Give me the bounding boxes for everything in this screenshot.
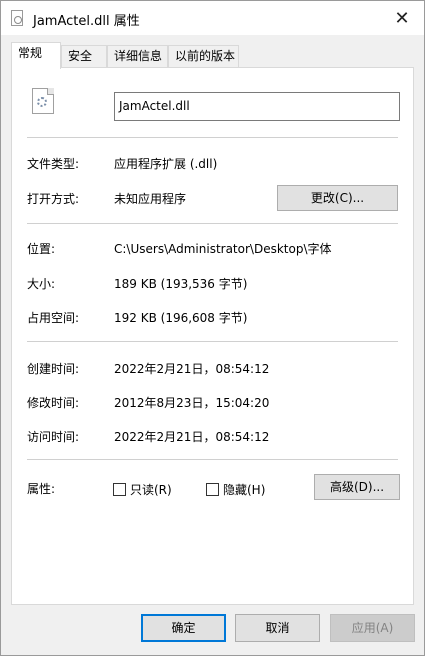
tab-details[interactable]: 详细信息 xyxy=(107,45,168,68)
tab-general[interactable]: 常规 xyxy=(11,42,61,69)
hidden-checkbox-label: 隐藏(H) xyxy=(223,483,266,497)
properties-dialog: JamActel.dll 属性 ✕ 常规 安全 详细信息 以前的版本 JamAc… xyxy=(0,0,425,656)
separator xyxy=(27,459,398,460)
file-name-input[interactable]: JamActel.dll xyxy=(114,92,400,121)
size-on-disk-value: 192 KB (196,608 字节) xyxy=(114,311,248,325)
readonly-checkbox[interactable]: 只读(R) xyxy=(113,481,172,498)
hidden-checkbox[interactable]: 隐藏(H) xyxy=(206,481,265,498)
window-title: JamActel.dll 属性 xyxy=(33,14,140,29)
accessed-label: 访问时间: xyxy=(27,430,80,444)
dll-file-icon xyxy=(32,88,54,114)
readonly-checkbox-label: 只读(R) xyxy=(130,483,172,497)
readonly-checkbox-box[interactable] xyxy=(113,483,126,496)
size-on-disk-label: 占用空间: xyxy=(27,311,80,325)
general-panel: JamActel.dll 文件类型: 应用程序扩展 (.dll) 打开方式: 未… xyxy=(11,67,414,605)
apply-button[interactable]: 应用(A) xyxy=(330,614,415,642)
page-fold-icon xyxy=(47,88,54,95)
attributes-label: 属性: xyxy=(27,482,56,496)
dll-file-icon xyxy=(11,10,23,26)
separator xyxy=(27,341,398,342)
tab-previous-versions[interactable]: 以前的版本 xyxy=(168,45,239,68)
close-button[interactable]: ✕ xyxy=(380,1,424,35)
location-label: 位置: xyxy=(27,242,56,256)
size-label: 大小: xyxy=(27,277,56,291)
modified-value: 2012年8月23日，15:04:20 xyxy=(114,396,270,410)
location-value: C:\Users\Administrator\Desktop\字体 xyxy=(114,242,332,256)
tab-security[interactable]: 安全 xyxy=(61,45,107,68)
file-type-value: 应用程序扩展 (.dll) xyxy=(114,157,218,171)
ok-button[interactable]: 确定 xyxy=(141,614,226,642)
size-value: 189 KB (193,536 字节) xyxy=(114,277,248,291)
file-type-label: 文件类型: xyxy=(27,157,80,171)
opens-with-label: 打开方式: xyxy=(27,192,80,206)
created-label: 创建时间: xyxy=(27,362,80,376)
separator xyxy=(27,137,398,138)
opens-with-value: 未知应用程序 xyxy=(114,192,187,206)
advanced-button[interactable]: 高级(D)... xyxy=(314,474,400,500)
modified-label: 修改时间: xyxy=(27,396,80,410)
separator xyxy=(27,223,398,224)
change-button[interactable]: 更改(C)... xyxy=(277,185,398,211)
gear-icon xyxy=(37,97,47,107)
created-value: 2022年2月21日，08:54:12 xyxy=(114,362,270,376)
hidden-checkbox-box[interactable] xyxy=(206,483,219,496)
cancel-button[interactable]: 取消 xyxy=(235,614,320,642)
title-bar[interactable]: JamActel.dll 属性 ✕ xyxy=(1,1,424,35)
accessed-value: 2022年2月21日，08:54:12 xyxy=(114,430,270,444)
